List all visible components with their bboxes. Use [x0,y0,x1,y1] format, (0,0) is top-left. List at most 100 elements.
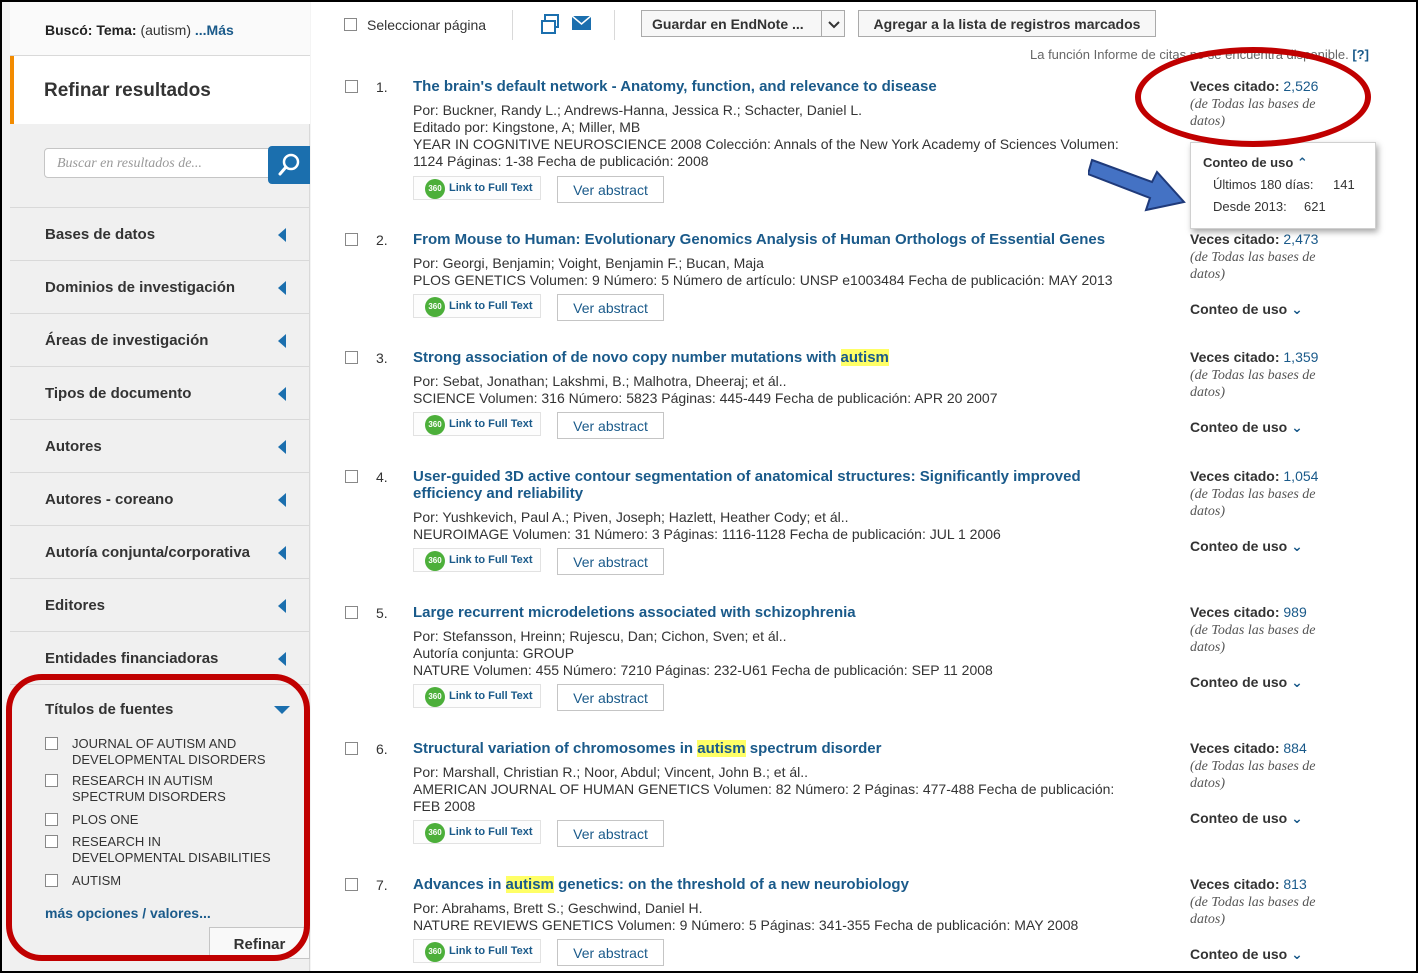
record-checkbox[interactable] [345,351,358,364]
facet-document-types[interactable]: Tipos de documento [10,366,310,419]
view-abstract-button[interactable]: Ver abstract [557,820,664,847]
times-cited-value[interactable]: 1,054 [1283,468,1318,484]
chevron-down-icon: ⌄ [1291,674,1303,690]
link-to-full-text-button[interactable]: 360 Link to Full Text [413,820,541,844]
source-title-checkbox[interactable] [45,737,58,750]
facet-source-titles: Títulos de fuentes JOURNAL OF AUTISM AND… [10,684,310,934]
usage-count-toggle[interactable]: Conteo de uso ⌄ [1190,946,1303,963]
usage-count-toggle[interactable]: Conteo de uso ⌄ [1190,419,1303,436]
usage-since-2013-label: Desde 2013: [1213,199,1287,214]
record-checkbox[interactable] [345,233,358,246]
record-title-link[interactable]: User-guided 3D active contour segmentati… [413,468,1153,502]
source-title-option[interactable]: RESEARCH IN AUTISM SPECTRUM DISORDERS [45,773,275,805]
source-title-checkbox[interactable] [45,835,58,848]
view-abstract-button[interactable]: Ver abstract [557,548,664,575]
source-title-checkbox[interactable] [45,874,58,887]
email-icon[interactable] [572,16,591,30]
times-cited-note: (de Todas las bases de datos) [1190,623,1316,655]
record-source: SCIENCE Volumen: 316 Número: 5823 Página… [413,390,998,406]
facet-group-authors[interactable]: Autoría conjunta/corporativa [10,525,310,578]
search-term: (autism) [140,22,191,38]
record-title-link[interactable]: Large recurrent microdeletions associate… [413,604,1153,621]
record-checkbox[interactable] [345,606,358,619]
record-checkbox[interactable] [345,470,358,483]
link-to-full-text-button[interactable]: 360 Link to Full Text [413,294,541,318]
search-more-link[interactable]: ...Más [195,22,234,38]
record-title-link[interactable]: From Mouse to Human: Evolutionary Genomi… [413,231,1153,248]
record-checkbox[interactable] [345,80,358,93]
times-cited-value[interactable]: 989 [1283,604,1306,620]
link-to-full-text-button[interactable]: 360 Link to Full Text [413,939,541,963]
collapse-arrow-icon [278,493,286,507]
more-options-link[interactable]: más opciones / valores... [45,905,211,921]
refine-button[interactable]: Refinar [209,927,310,959]
view-abstract-button[interactable]: Ver abstract [557,684,664,711]
times-cited: Veces citado: 2,526 (de Todas las bases … [1190,78,1390,130]
link-to-full-text-button[interactable]: 360 Link to Full Text [413,548,541,572]
facet-label: Editores [45,597,106,614]
source-title-checkbox[interactable] [45,813,58,826]
chevron-up-icon: ⌃ [1296,155,1308,170]
record-source: AMERICAN JOURNAL OF HUMAN GENETICS Volum… [413,781,1115,797]
title-text: genetics: on the threshold of a new neur… [553,876,909,893]
link-to-full-text-button[interactable]: 360 Link to Full Text [413,684,541,708]
source-title-option[interactable]: JOURNAL OF AUTISM AND DEVELOPMENTAL DISO… [45,736,275,768]
facet-funding-agencies[interactable]: Entidades financiadoras [10,631,310,684]
record-meta: Por: Georgi, Benjamin; Voight, Benjamin … [413,255,1158,289]
360-badge-icon: 360 [425,297,445,317]
endnote-dropdown-button[interactable] [821,10,845,37]
select-page-checkbox[interactable] [344,18,357,31]
add-to-marked-list-button[interactable]: Agregar a la lista de registros marcados [858,10,1156,37]
source-title-option[interactable]: RESEARCH IN DEVELOPMENTAL DISABILITIES [45,834,275,866]
facet-authors[interactable]: Autores [10,419,310,472]
record-title-link[interactable]: The brain's default network - Anatomy, f… [413,78,1153,95]
record-source-cont: FEB 2008 [413,798,476,814]
refine-search-button[interactable] [268,146,310,184]
help-link[interactable]: [?] [1352,47,1369,62]
facet-research-areas[interactable]: Áreas de investigación [10,313,310,366]
view-abstract-button[interactable]: Ver abstract [557,939,664,966]
source-title-option[interactable]: PLOS ONE [45,812,275,828]
record-authors: Por: Sebat, Jonathan; Lakshmi, B.; Malho… [413,373,787,389]
source-title-checkbox[interactable] [45,774,58,787]
toolbar-divider [614,10,615,40]
times-cited-value[interactable]: 2,473 [1283,231,1318,247]
view-abstract-button[interactable]: Ver abstract [557,412,664,439]
record-checkbox[interactable] [345,742,358,755]
facet-databases[interactable]: Bases de datos [10,207,310,260]
record-authors: Por: Buckner, Randy L.; Andrews-Hanna, J… [413,102,862,118]
usage-count-toggle[interactable]: Conteo de uso ⌄ [1190,810,1303,827]
view-abstract-button[interactable]: Ver abstract [557,176,664,203]
facet-editors[interactable]: Editores [10,578,310,631]
facet-research-domains[interactable]: Dominios de investigación [10,260,310,313]
times-cited-value[interactable]: 2,526 [1283,78,1318,94]
usage-popup-toggle[interactable]: Conteo de uso ⌃ [1203,155,1308,171]
view-abstract-button[interactable]: Ver abstract [557,294,664,321]
record-checkbox[interactable] [345,878,358,891]
360-badge-icon: 360 [425,179,445,199]
record-number: 1. [376,79,388,95]
360-badge-icon: 360 [425,415,445,435]
citation-note-start: La función Informe de citas [1030,47,1190,62]
times-cited-value[interactable]: 813 [1283,876,1306,892]
facet-authors-korean[interactable]: Autores - coreano [10,472,310,525]
record-title-link[interactable]: Advances in autism genetics: on the thre… [413,876,1153,893]
usage-count-toggle[interactable]: Conteo de uso ⌄ [1190,301,1303,318]
expand-arrow-icon[interactable] [274,706,290,714]
usage-count-toggle[interactable]: Conteo de uso ⌄ [1190,538,1303,555]
times-cited-note: (de Todas las bases de datos) [1190,250,1316,282]
facet-source-titles-title[interactable]: Títulos de fuentes [45,701,173,718]
refine-search-input[interactable]: Buscar en resultados de... [44,148,270,178]
usage-count-toggle[interactable]: Conteo de uso ⌄ [1190,674,1303,691]
times-cited-value[interactable]: 1,359 [1283,349,1318,365]
times-cited-value[interactable]: 884 [1283,740,1306,756]
link-to-full-text-button[interactable]: 360 Link to Full Text [413,412,541,436]
save-to-endnote-button[interactable]: Guardar en EndNote ... [641,10,822,37]
link-to-full-text-button[interactable]: 360 Link to Full Text [413,176,541,200]
print-icon[interactable] [541,14,559,34]
annotation-arrow-icon [1088,158,1186,212]
record-title-link[interactable]: Strong association of de novo copy numbe… [413,349,1153,366]
record-title-link[interactable]: Structural variation of chromosomes in a… [413,740,1153,757]
record-editors: Editado por: Kingstone, A; Miller, MB [413,119,641,135]
source-title-option[interactable]: AUTISM [45,873,275,889]
